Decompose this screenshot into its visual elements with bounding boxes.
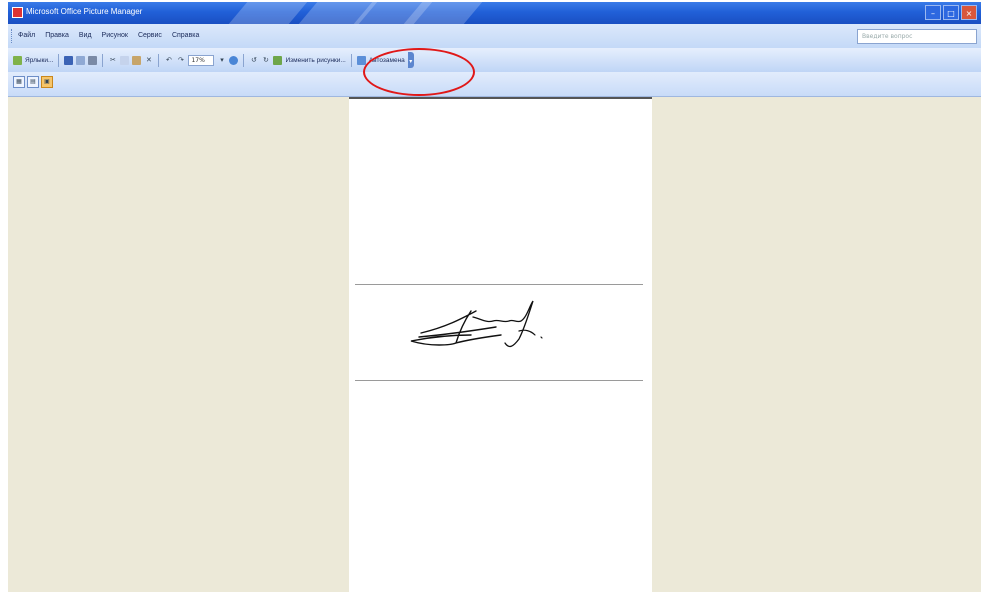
zoom-input[interactable]: 17% (188, 54, 215, 66)
close-button[interactable]: × (961, 5, 977, 20)
copy-icon[interactable] (120, 55, 130, 65)
rotate-right-icon[interactable]: ↻ (261, 56, 270, 65)
handwritten-signature-icon (410, 300, 543, 348)
view-toolbar: ▦ ▤ ▣ (8, 72, 981, 97)
signature-image (401, 297, 561, 359)
save-icon[interactable] (64, 55, 74, 65)
shortcuts-button[interactable]: Ярлыки... (25, 57, 53, 64)
edit-picture-button[interactable]: Изменить рисунки... (285, 57, 345, 64)
signature-bottom-line (355, 380, 643, 381)
help-search-input[interactable]: Введите вопрос (857, 29, 977, 44)
delete-icon[interactable]: ✕ (144, 56, 153, 65)
menu-edit[interactable]: Правка (45, 32, 69, 39)
menu-tools[interactable]: Сервис (138, 32, 162, 39)
toolbar-separator (243, 53, 245, 67)
thumbnail-view-icon[interactable]: ▦ (13, 76, 25, 88)
toolbar-buttons: Ярлыки... ✂ ✕ ↶ ↷ 17% ▾ ↺ ↻ Изменить рис… (13, 51, 538, 69)
title-bar-decoration (228, 2, 308, 24)
toolbar-separator (350, 53, 352, 67)
menu-help[interactable]: Справка (172, 32, 199, 39)
zoom-icon[interactable] (229, 55, 239, 65)
picture-manager-window: Microsoft Office Picture Manager – □ × Ф… (8, 2, 981, 592)
window-controls: – □ × (925, 5, 977, 20)
rotate-left-icon[interactable]: ↺ (249, 56, 258, 65)
toolbar-separator (102, 53, 104, 67)
title-bar[interactable]: Microsoft Office Picture Manager – □ × (8, 2, 981, 24)
cut-icon[interactable]: ✂ (108, 56, 117, 65)
autocorrect-button[interactable]: Автозамена (369, 57, 405, 64)
undo-icon[interactable]: ↶ (164, 56, 173, 65)
view-mode-buttons: ▦ ▤ ▣ (13, 76, 53, 88)
signature-top-line (355, 284, 643, 285)
zoom-dropdown-icon[interactable]: ▾ (217, 56, 226, 65)
window-title: Microsoft Office Picture Manager (26, 7, 143, 16)
toolbar-separator (158, 53, 160, 67)
menu-bar: Файл Правка Вид Рисунок Сервис Справка В… (8, 24, 981, 48)
standard-toolbar: Ярлыки... ✂ ✕ ↶ ↷ 17% ▾ ↺ ↻ Изменить рис… (8, 48, 981, 72)
app-icon (12, 7, 23, 18)
menu-grip-handle[interactable] (11, 29, 14, 43)
redo-icon[interactable]: ↷ (176, 56, 185, 65)
menu-file[interactable]: Файл (18, 32, 35, 39)
maximize-button[interactable]: □ (943, 5, 959, 20)
picture-workspace (8, 97, 981, 592)
single-picture-view-icon[interactable]: ▣ (41, 76, 53, 88)
edit-picture-icon (273, 55, 283, 65)
toolbar-separator (58, 53, 60, 67)
picture-preview[interactable] (349, 97, 652, 592)
menu-list: Файл Правка Вид Рисунок Сервис Справка (18, 32, 199, 39)
open-icon[interactable] (76, 55, 86, 65)
shortcuts-icon (13, 55, 22, 65)
menu-picture[interactable]: Рисунок (102, 32, 128, 39)
toolbar-options-chevron-icon[interactable]: ▾ (407, 52, 414, 68)
autocorrect-icon (356, 55, 366, 65)
print-icon[interactable] (88, 55, 98, 65)
menu-view[interactable]: Вид (79, 32, 92, 39)
paste-icon[interactable] (132, 55, 142, 65)
filmstrip-view-icon[interactable]: ▤ (27, 76, 39, 88)
minimize-button[interactable]: – (925, 5, 941, 20)
